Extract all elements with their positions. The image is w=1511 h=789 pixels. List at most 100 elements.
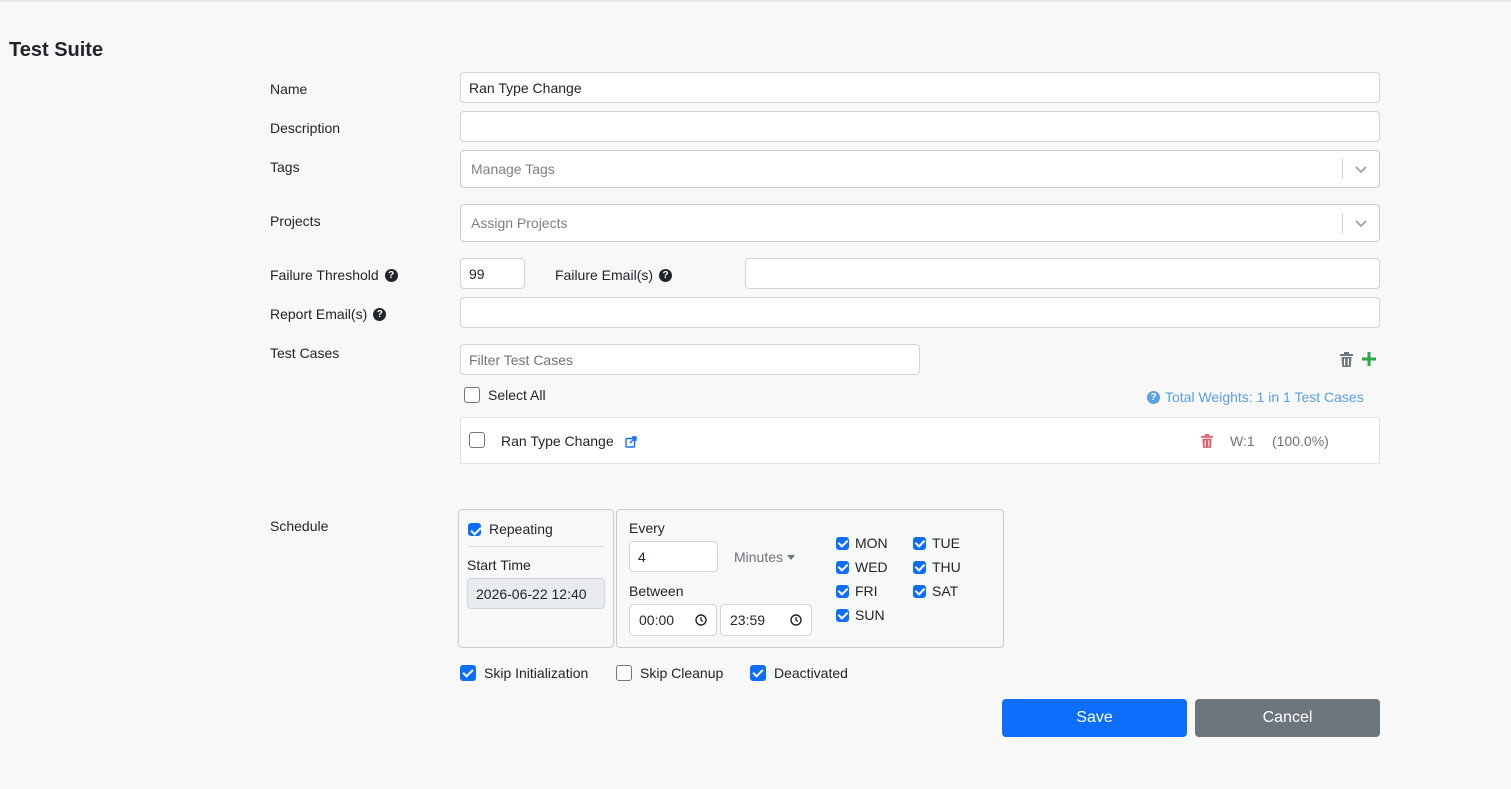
unit-label: Minutes <box>734 549 784 565</box>
failure-emails-label: Failure Email(s) ? <box>555 267 673 283</box>
chevron-down-icon[interactable] <box>1343 162 1379 176</box>
projects-label-text: Projects <box>270 213 321 229</box>
from-time-value: 00:00 <box>639 612 675 628</box>
day-mon-label: MON <box>855 535 888 551</box>
day-tue-label: TUE <box>932 535 960 551</box>
skip-cleanup-label: Skip Cleanup <box>640 665 724 681</box>
schedule-interval-panel: Every Minutes Between 00:00 23:59 MON TU… <box>616 509 1004 648</box>
skip-initialization-label: Skip Initialization <box>484 665 589 681</box>
day-mon[interactable]: MON <box>836 535 888 551</box>
every-input[interactable] <box>629 541 718 572</box>
between-label: Between <box>629 583 684 599</box>
filter-test-cases-input[interactable] <box>460 344 920 375</box>
deactivated-label: Deactivated <box>774 665 848 681</box>
report-emails-label: Report Email(s) ? <box>270 306 387 322</box>
schedule-label-text: Schedule <box>270 518 329 534</box>
day-sat[interactable]: SAT <box>913 583 958 599</box>
schedule-start-panel: Repeating Start Time 2026-06-22 12:40 <box>458 509 614 648</box>
report-emails-label-text: Report Email(s) <box>270 306 368 322</box>
to-time-value: 23:59 <box>730 612 766 628</box>
test-case-name[interactable]: Ran Type Change <box>501 433 614 449</box>
repeating-checkbox[interactable] <box>468 522 481 536</box>
tags-label-text: Tags <box>270 159 300 175</box>
deactivated-checkbox[interactable] <box>750 665 766 681</box>
failure-emails-label-text: Failure Email(s) <box>555 267 654 283</box>
cancel-button[interactable]: Cancel <box>1195 699 1380 737</box>
day-sun-checkbox[interactable] <box>836 608 849 622</box>
skip-cleanup[interactable]: Skip Cleanup <box>616 665 723 681</box>
clock-icon[interactable] <box>790 614 802 626</box>
divider <box>468 546 605 547</box>
description-label-text: Description <box>270 120 341 136</box>
day-fri-checkbox[interactable] <box>836 584 849 598</box>
select-all-label: Select All <box>488 387 546 403</box>
day-sun[interactable]: SUN <box>836 607 885 623</box>
day-sun-label: SUN <box>855 607 885 623</box>
test-case-checkbox[interactable] <box>469 432 485 448</box>
question-circle-icon: ? <box>1147 390 1160 404</box>
plus-icon[interactable] <box>1362 352 1376 369</box>
start-time-value: 2026-06-22 12:40 <box>476 585 587 602</box>
failure-threshold-label: Failure Threshold ? <box>270 267 398 283</box>
deactivated[interactable]: Deactivated <box>750 665 848 681</box>
description-label: Description <box>270 120 340 136</box>
day-tue-checkbox[interactable] <box>913 536 926 550</box>
failure-threshold-input[interactable] <box>460 258 525 289</box>
projects-label: Projects <box>270 213 321 229</box>
skip-initialization[interactable]: Skip Initialization <box>460 665 588 681</box>
from-time-input[interactable]: 00:00 <box>629 604 717 636</box>
day-thu-checkbox[interactable] <box>913 560 926 574</box>
day-fri-label: FRI <box>855 583 878 599</box>
name-label: Name <box>270 81 307 97</box>
report-emails-input[interactable] <box>460 297 1380 328</box>
question-circle-icon[interactable]: ? <box>659 268 673 282</box>
top-border <box>0 0 1511 2</box>
total-weights[interactable]: ? Total Weights: 1 in 1 Test Cases <box>1147 389 1364 405</box>
name-input[interactable] <box>460 72 1380 103</box>
question-circle-icon[interactable]: ? <box>384 268 398 282</box>
chevron-down-icon[interactable] <box>1343 216 1379 230</box>
day-thu[interactable]: THU <box>913 559 961 575</box>
test-case-weight: W:1 <box>1230 433 1255 449</box>
repeating-toggle[interactable]: Repeating <box>468 521 553 537</box>
day-wed[interactable]: WED <box>836 559 888 575</box>
to-time-input[interactable]: 23:59 <box>720 604 812 636</box>
test-cases-label-text: Test Cases <box>270 345 340 361</box>
name-label-text: Name <box>270 81 308 97</box>
trash-icon[interactable] <box>1201 434 1213 451</box>
unit-dropdown[interactable]: Minutes <box>734 549 796 565</box>
failure-threshold-label-text: Failure Threshold <box>270 267 379 283</box>
test-cases-label: Test Cases <box>270 345 339 361</box>
schedule-label: Schedule <box>270 518 328 534</box>
day-sat-checkbox[interactable] <box>913 584 926 598</box>
trash-icon[interactable] <box>1340 352 1353 370</box>
day-sat-label: SAT <box>932 583 959 599</box>
clock-icon[interactable] <box>695 614 707 626</box>
description-input[interactable] <box>460 111 1380 142</box>
select-all[interactable]: Select All <box>464 387 546 403</box>
question-circle-icon[interactable]: ? <box>373 307 387 321</box>
list-item <box>469 432 485 448</box>
projects-placeholder: Assign Projects <box>471 215 568 231</box>
day-wed-label: WED <box>855 559 888 575</box>
day-thu-label: THU <box>932 559 961 575</box>
projects-select[interactable]: Assign Projects <box>460 204 1380 242</box>
failure-emails-input[interactable] <box>745 258 1380 289</box>
day-wed-checkbox[interactable] <box>836 560 849 574</box>
external-link-icon[interactable] <box>625 435 637 451</box>
start-time-input[interactable]: 2026-06-22 12:40 <box>467 578 605 609</box>
tags-select[interactable]: Manage Tags <box>460 150 1380 188</box>
save-button[interactable]: Save <box>1002 699 1187 737</box>
select-all-checkbox[interactable] <box>464 387 480 403</box>
test-case-percent: (100.0%) <box>1272 433 1329 449</box>
skip-initialization-checkbox[interactable] <box>460 665 476 681</box>
day-mon-checkbox[interactable] <box>836 536 849 550</box>
tags-label: Tags <box>270 159 300 175</box>
day-fri[interactable]: FRI <box>836 583 878 599</box>
skip-cleanup-checkbox[interactable] <box>616 665 632 681</box>
day-tue[interactable]: TUE <box>913 535 960 551</box>
total-weights-text: Total Weights: 1 in 1 Test Cases <box>1165 389 1364 405</box>
every-label: Every <box>629 520 665 536</box>
page-title: Test Suite <box>9 39 104 61</box>
test-case-list: Ran Type Change W:1 (100.0%) <box>460 417 1380 464</box>
